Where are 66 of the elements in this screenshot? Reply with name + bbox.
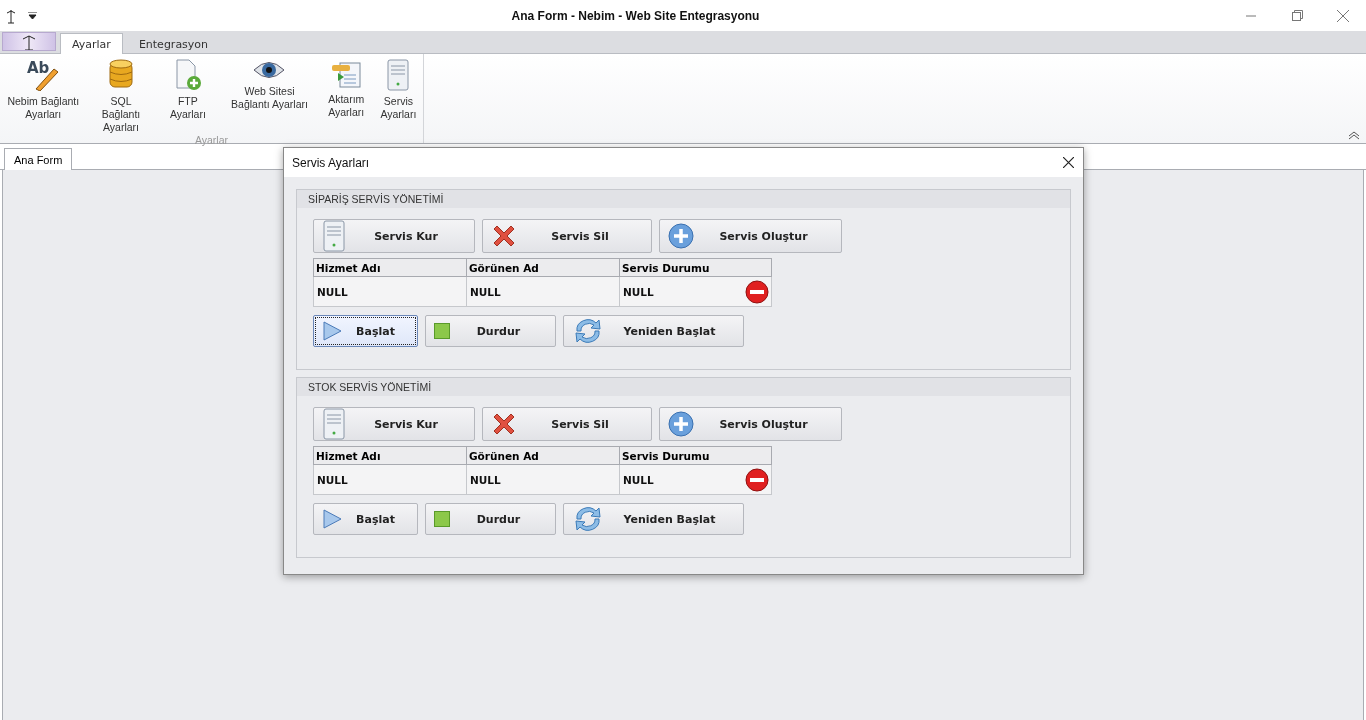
close-icon — [1062, 157, 1074, 168]
column-header: Servis Durumu — [619, 446, 772, 465]
action-button[interactable]: Servis Sil — [482, 219, 652, 253]
ribbon-button[interactable]: Aktarım Ayarları — [318, 59, 374, 134]
service-control-button[interactable]: Durdur — [425, 503, 556, 535]
stop-sign-icon — [745, 467, 769, 492]
action-button[interactable]: Servis Kur — [313, 407, 475, 441]
table-cell: NULL — [619, 465, 772, 495]
ribbon-group-label: Ayarlar — [193, 134, 230, 146]
service-control-button[interactable]: Başlat — [313, 315, 418, 347]
icon-letters: Ab — [27, 59, 50, 77]
collapse-ribbon-icon[interactable] — [1348, 131, 1360, 140]
minimize-icon — [1246, 14, 1256, 17]
refresh-icon — [572, 317, 604, 345]
table-cell: NULL — [313, 277, 466, 307]
stop-icon — [434, 323, 450, 339]
server-icon — [322, 408, 346, 440]
server-icon — [322, 220, 346, 252]
service-control-button[interactable]: Yeniden Başlat — [563, 503, 744, 535]
application-menu-button[interactable] — [2, 32, 56, 51]
play-icon — [322, 321, 342, 341]
ribbon-tab[interactable]: Entegrasyon — [126, 33, 221, 54]
group-title: STOK SERVİS YÖNETİMİ — [297, 378, 1070, 396]
cross-icon — [491, 411, 517, 437]
stop-icon — [434, 511, 450, 527]
database-icon — [108, 59, 134, 91]
cross-icon — [491, 223, 517, 249]
plus-circle-icon — [668, 223, 694, 249]
service-control-button[interactable]: Yeniden Başlat — [563, 315, 744, 347]
column-header: Hizmet Adı — [313, 446, 466, 465]
window-title: Ana Form - Nebim - Web Site Entegrasyonu — [510, 8, 761, 23]
action-button[interactable]: Servis Kur — [313, 219, 475, 253]
eye-icon — [253, 59, 286, 81]
refresh-icon — [572, 505, 604, 533]
stop-sign-icon — [745, 279, 769, 304]
plus-circle-icon — [668, 411, 694, 437]
ribbon-button[interactable]: Servis Ayarları — [373, 59, 423, 134]
column-header: Görünen Ad — [466, 258, 619, 277]
column-header: Hizmet Adı — [313, 258, 466, 277]
service-control-button[interactable]: Başlat — [313, 503, 418, 535]
column-header: Servis Durumu — [619, 258, 772, 277]
action-button[interactable]: Servis Sil — [482, 407, 652, 441]
server-icon — [386, 59, 411, 91]
table-cell: NULL — [466, 465, 619, 495]
document-tab[interactable]: Ana Form — [4, 148, 73, 170]
restore-icon — [1291, 10, 1303, 21]
table-cell: NULL — [313, 465, 466, 495]
ribbon-button[interactable]: Web Sitesi Bağlantı Ayarları — [220, 59, 319, 134]
ribbon-button[interactable]: FTP Ayarları — [155, 59, 221, 134]
play-icon — [322, 509, 342, 529]
action-button[interactable]: Servis Oluştur — [659, 407, 842, 441]
table-cell: NULL — [619, 277, 772, 307]
ribbon-tab[interactable]: Ayarlar — [60, 33, 123, 54]
service-control-button[interactable]: Durdur — [425, 315, 556, 347]
column-header: Görünen Ad — [466, 446, 619, 465]
antenna-logo-icon — [22, 33, 36, 50]
dialog-title: Servis Ayarları — [292, 155, 371, 170]
group-title: SİPARİŞ SERVİS YÖNETİMİ — [297, 190, 1070, 208]
action-button[interactable]: Servis Oluştur — [659, 219, 842, 253]
file-add-icon — [173, 59, 202, 91]
close-icon — [1337, 9, 1349, 22]
ribbon-button[interactable]: Ab Nebim Bağlantı Ayarları — [0, 59, 87, 134]
dropdown-arrow-icon — [28, 12, 37, 19]
table-cell: NULL — [466, 277, 619, 307]
ribbon-button[interactable]: SQL Bağlantı Ayarları — [86, 59, 156, 134]
transfer-list-icon — [330, 59, 363, 89]
